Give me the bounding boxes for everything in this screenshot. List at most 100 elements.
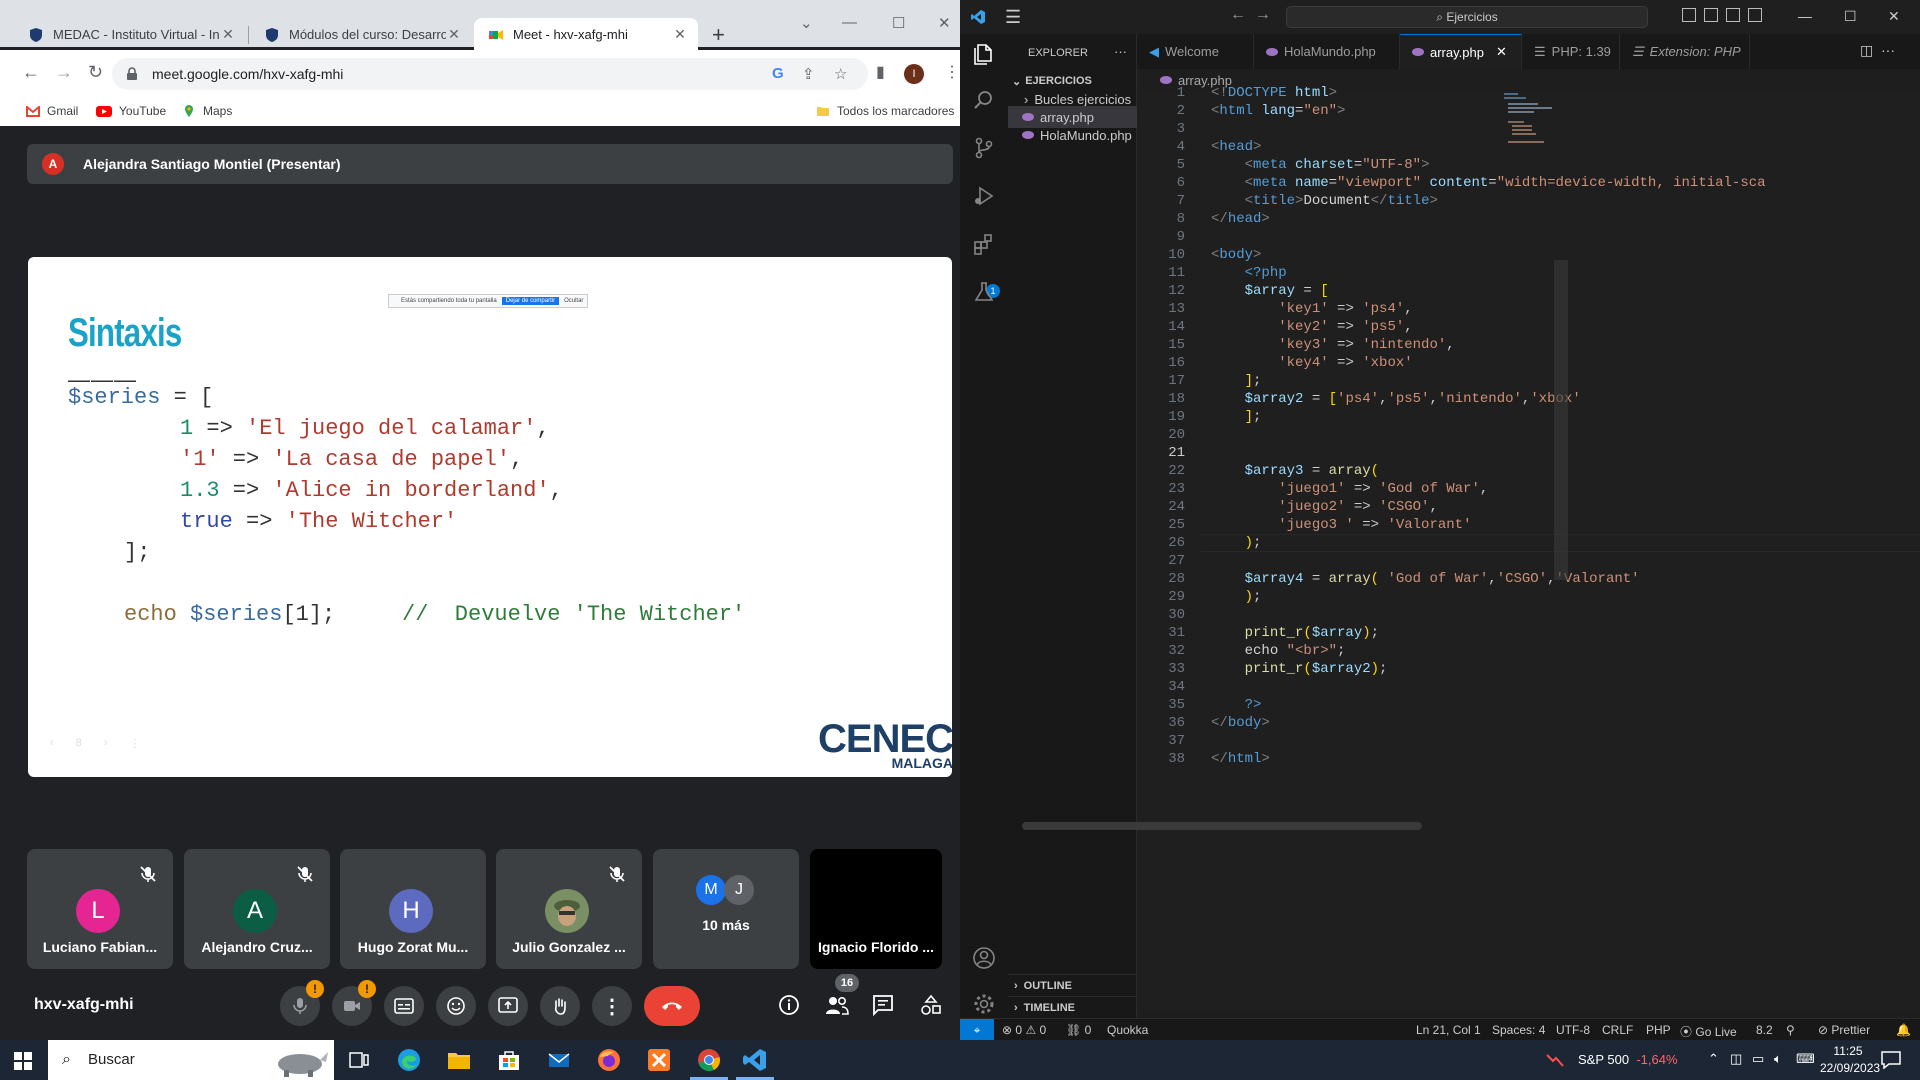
notifications-bell-icon[interactable]: 🔔 xyxy=(1896,1023,1911,1037)
new-tab-button[interactable]: + xyxy=(712,24,725,46)
close-window-icon[interactable]: ✕ xyxy=(938,14,951,32)
explorer-icon[interactable] xyxy=(972,42,996,66)
captions-button[interactable] xyxy=(384,986,424,1026)
indentation[interactable]: Spaces: 4 xyxy=(1492,1023,1545,1037)
back-icon[interactable]: ← xyxy=(1230,6,1246,23)
close-icon[interactable]: ✕ xyxy=(220,26,236,43)
info-icon[interactable] xyxy=(778,994,800,1019)
reactions-button[interactable] xyxy=(436,986,476,1026)
search-icon[interactable] xyxy=(972,88,996,112)
windows-start-icon[interactable] xyxy=(14,1052,32,1070)
camera-tray-icon[interactable]: ◫ xyxy=(1730,1051,1742,1067)
toggle-panel-icon[interactable] xyxy=(1704,8,1718,22)
bookmark-gmail[interactable]: Gmail xyxy=(26,104,78,118)
settings-gear-icon[interactable] xyxy=(972,992,996,1016)
menu-kebab-icon[interactable]: ⋮ xyxy=(944,62,960,82)
split-editor-icon[interactable]: ◫ xyxy=(1860,42,1873,58)
profile-avatar[interactable]: I xyxy=(904,64,924,84)
minimize-icon[interactable]: — xyxy=(1798,8,1812,24)
bookmark-youtube[interactable]: YouTube xyxy=(96,104,166,118)
network-icon[interactable]: ▭ xyxy=(1752,1051,1764,1067)
keyboard-icon[interactable]: ⌨ xyxy=(1796,1051,1815,1067)
account-icon[interactable] xyxy=(972,946,996,970)
all-bookmarks[interactable]: Todos los marcadores xyxy=(816,104,954,118)
minimap[interactable] xyxy=(1500,91,1560,171)
present-button[interactable] xyxy=(488,986,528,1026)
forward-icon[interactable]: → xyxy=(55,62,73,83)
reload-icon[interactable]: ↻ xyxy=(88,62,103,83)
close-window-icon[interactable]: ✕ xyxy=(1888,8,1900,25)
edge-icon[interactable] xyxy=(396,1047,422,1073)
toggle-sidebar-icon[interactable] xyxy=(1682,8,1696,22)
activities-icon[interactable] xyxy=(920,994,942,1019)
firefox-icon[interactable] xyxy=(596,1047,622,1073)
more-options-button[interactable]: ⋮ xyxy=(592,986,632,1026)
outline-section[interactable]: › OUTLINE xyxy=(1008,974,1137,996)
raise-hand-button[interactable] xyxy=(540,986,580,1026)
toggle-secondary-sidebar-icon[interactable] xyxy=(1726,8,1740,22)
prev-slide-icon[interactable]: ‹ xyxy=(50,737,54,749)
vertical-scrollbar[interactable] xyxy=(1554,260,1568,580)
store-icon[interactable] xyxy=(496,1047,522,1073)
mail-icon[interactable] xyxy=(546,1047,572,1073)
forward-icon[interactable]: → xyxy=(1255,6,1271,23)
tree-item-holamundo-php[interactable]: HolaMundo.php xyxy=(1008,124,1137,146)
hamburger-menu-icon[interactable]: ☰ xyxy=(1005,7,1021,28)
slide-menu-icon[interactable]: ⋮ xyxy=(129,737,140,750)
language-mode[interactable]: PHP xyxy=(1646,1023,1671,1037)
more-participants-tile[interactable]: M J 10 más xyxy=(653,849,799,969)
google-translate-icon[interactable]: G xyxy=(772,65,784,82)
participant-tile[interactable]: Julio Gonzalez ... xyxy=(496,849,642,969)
tab-holamundo[interactable]: HolaMundo.php xyxy=(1254,34,1400,69)
extensions-icon[interactable] xyxy=(972,232,996,256)
clock-date[interactable]: 22/09/2023 xyxy=(1820,1061,1880,1075)
ports-indicator[interactable]: ⛓ 0 xyxy=(1066,1023,1091,1037)
more-actions-icon[interactable]: ··· xyxy=(1114,44,1127,59)
maximize-icon[interactable]: ☐ xyxy=(892,14,905,32)
share-icon[interactable]: ⇪ xyxy=(802,65,815,83)
run-debug-icon[interactable] xyxy=(972,184,996,208)
tab-meet[interactable]: Meet - hxv-xafg-mhi ✕ xyxy=(474,18,698,51)
bookmark-star-icon[interactable]: ☆ xyxy=(834,65,847,83)
participant-tile[interactable]: A Alejandro Cruz... xyxy=(184,849,330,969)
horizontal-scrollbar[interactable] xyxy=(1022,822,1422,830)
close-icon[interactable]: ✕ xyxy=(672,26,688,43)
participant-tile[interactable]: H Hugo Zorat Mu... xyxy=(340,849,486,969)
clock-time[interactable]: 11:25 xyxy=(1820,1044,1876,1058)
back-icon[interactable]: ← xyxy=(22,62,40,83)
close-icon[interactable]: ✕ xyxy=(1496,44,1507,60)
end-of-line[interactable]: CRLF xyxy=(1602,1023,1633,1037)
close-icon[interactable]: ✕ xyxy=(446,26,462,43)
mic-button[interactable]: ! xyxy=(280,980,324,1026)
maximize-icon[interactable]: ☐ xyxy=(1844,8,1857,25)
code-editor[interactable]: 1 2 3 4 5 6 7 8 9 10 11 12 13 14 15 16 1… xyxy=(1137,85,1920,1011)
side-panel-icon[interactable]: ▮ xyxy=(876,62,885,82)
hide-banner-button[interactable]: Ocultar xyxy=(564,298,583,304)
problems-indicator[interactable]: ⊗ 0 ⚠ 0 xyxy=(1002,1023,1046,1037)
minimize-icon[interactable]: — xyxy=(842,14,857,31)
taskbar-search[interactable]: ⌕ Buscar xyxy=(48,1040,334,1080)
customize-layout-icon[interactable] xyxy=(1748,8,1762,22)
encoding[interactable]: UTF-8 xyxy=(1556,1023,1590,1037)
vscode-taskbar-icon[interactable] xyxy=(742,1047,768,1073)
chrome-icon[interactable] xyxy=(696,1047,722,1073)
more-actions-icon[interactable]: ··· xyxy=(1881,42,1895,58)
address-bar[interactable]: meet.google.com/hxv-xafg-mhi G ⇪ ☆ xyxy=(112,58,868,90)
command-center-search[interactable]: ⌕ Ejercicios xyxy=(1286,6,1648,28)
prettier-indicator[interactable]: ⊘ Prettier xyxy=(1818,1023,1870,1037)
bookmark-maps[interactable]: Maps xyxy=(182,104,232,118)
tab-php-version[interactable]: ☰ PHP: 1.39 xyxy=(1522,34,1620,69)
xampp-icon[interactable] xyxy=(646,1047,672,1073)
participant-tile[interactable]: L Luciano Fabian... xyxy=(27,849,173,969)
camera-button[interactable]: ! xyxy=(332,980,376,1026)
cursor-position[interactable]: Ln 21, Col 1 xyxy=(1416,1023,1481,1037)
tab-search-icon[interactable]: ⌄ xyxy=(800,14,813,32)
tab-welcome[interactable]: ◀ Welcome xyxy=(1137,34,1254,69)
file-explorer-icon[interactable] xyxy=(446,1047,472,1073)
next-slide-icon[interactable]: › xyxy=(104,737,108,749)
php-version[interactable]: 8.2 xyxy=(1756,1023,1773,1037)
timeline-section[interactable]: › TIMELINE xyxy=(1008,996,1137,1018)
chat-icon[interactable] xyxy=(872,994,894,1019)
testing-flask-icon[interactable] xyxy=(972,280,996,304)
quokka-indicator[interactable]: Quokka xyxy=(1107,1023,1148,1037)
